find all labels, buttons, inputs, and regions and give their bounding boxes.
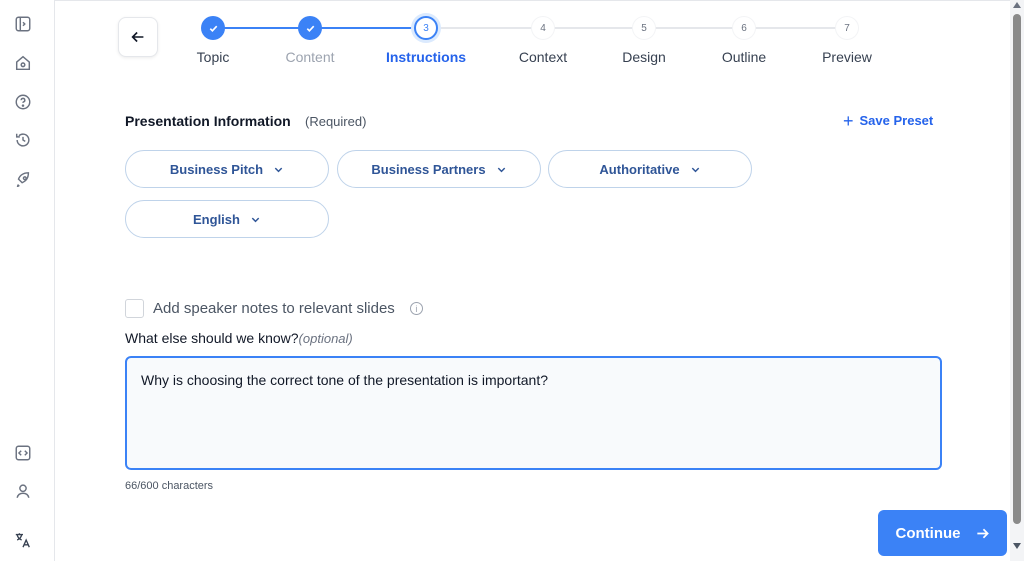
home-icon[interactable] xyxy=(13,53,33,73)
step-outline[interactable]: 6 Outline xyxy=(694,16,794,65)
plus-icon: + xyxy=(843,110,854,131)
select-value: Business Pitch xyxy=(169,161,264,177)
step-context[interactable]: 4 Context xyxy=(493,16,593,65)
instructions-textarea[interactable]: Why is choosing the correct tone of the … xyxy=(125,356,942,470)
step-topic[interactable]: Topic xyxy=(163,16,263,65)
step-label: Design xyxy=(622,49,666,65)
speaker-notes-row: Add speaker notes to relevant slides i xyxy=(125,299,423,318)
top-divider xyxy=(55,0,1010,3)
step-instructions[interactable]: 3 Instructions xyxy=(376,16,476,65)
step-label: Context xyxy=(518,49,568,65)
step-content[interactable]: Content xyxy=(260,16,360,65)
step-number: 7 xyxy=(835,16,859,40)
info-icon[interactable]: i xyxy=(409,302,423,315)
step-number: 5 xyxy=(632,16,656,40)
code-icon[interactable] xyxy=(13,443,33,463)
required-label: (Required) xyxy=(305,114,367,129)
continue-button[interactable]: Continue xyxy=(878,510,1007,556)
step-label: Outline xyxy=(721,49,767,65)
section-title: Presentation Information xyxy=(125,113,291,129)
character-count: 66/600 characters xyxy=(125,480,214,492)
progress-stepper: Topic Content 3 Instructions 4 Context 5… xyxy=(160,14,910,74)
panel-toggle-icon[interactable] xyxy=(13,14,33,34)
optional-label: (optional) xyxy=(298,331,353,346)
chevron-down-icon xyxy=(497,167,505,172)
presentation-type-select[interactable]: Business Pitch xyxy=(125,150,329,188)
user-icon[interactable] xyxy=(13,481,33,501)
continue-label: Continue xyxy=(895,524,961,542)
arrow-right-icon xyxy=(976,528,989,538)
back-button[interactable] xyxy=(118,17,158,57)
step-number: 6 xyxy=(732,16,756,40)
save-preset-button[interactable]: + Save Preset xyxy=(843,110,934,131)
arrow-left-icon xyxy=(131,31,144,43)
vertical-scrollbar[interactable] xyxy=(1010,0,1024,561)
chevron-down-icon xyxy=(691,167,699,172)
step-label: Topic xyxy=(196,49,230,65)
check-icon xyxy=(201,16,225,40)
step-label: Instructions xyxy=(385,49,467,65)
step-design[interactable]: 5 Design xyxy=(594,16,694,65)
chevron-down-icon xyxy=(251,217,260,222)
translate-icon[interactable] xyxy=(13,530,33,550)
scroll-down-arrow-icon[interactable] xyxy=(1013,543,1021,549)
instructions-question: What else should we know? xyxy=(125,330,299,346)
step-preview[interactable]: 7 Preview xyxy=(797,16,897,65)
chevron-down-icon xyxy=(274,167,283,172)
instructions-label: What else should we know?(optional) xyxy=(125,330,353,346)
step-label: Content xyxy=(285,49,335,65)
sidebar xyxy=(0,0,55,561)
tone-select[interactable]: Authoritative xyxy=(548,150,752,188)
help-icon[interactable] xyxy=(13,92,33,112)
select-value: Authoritative xyxy=(599,161,680,177)
select-value: Business Partners xyxy=(371,161,486,177)
select-value: English xyxy=(193,211,240,227)
check-icon xyxy=(298,16,322,40)
scroll-thumb[interactable] xyxy=(1013,14,1021,524)
history-icon[interactable] xyxy=(13,130,33,150)
step-label: Preview xyxy=(822,49,872,65)
language-select[interactable]: English xyxy=(125,200,329,238)
step-number: 4 xyxy=(531,16,555,40)
rocket-icon[interactable] xyxy=(13,170,33,190)
audience-select[interactable]: Business Partners xyxy=(337,150,541,188)
save-preset-label: Save Preset xyxy=(859,113,934,128)
speaker-notes-label: Add speaker notes to relevant slides xyxy=(153,300,395,317)
speaker-notes-checkbox[interactable] xyxy=(125,299,144,318)
step-number: 3 xyxy=(414,16,438,40)
scroll-up-arrow-icon[interactable] xyxy=(1013,2,1021,8)
